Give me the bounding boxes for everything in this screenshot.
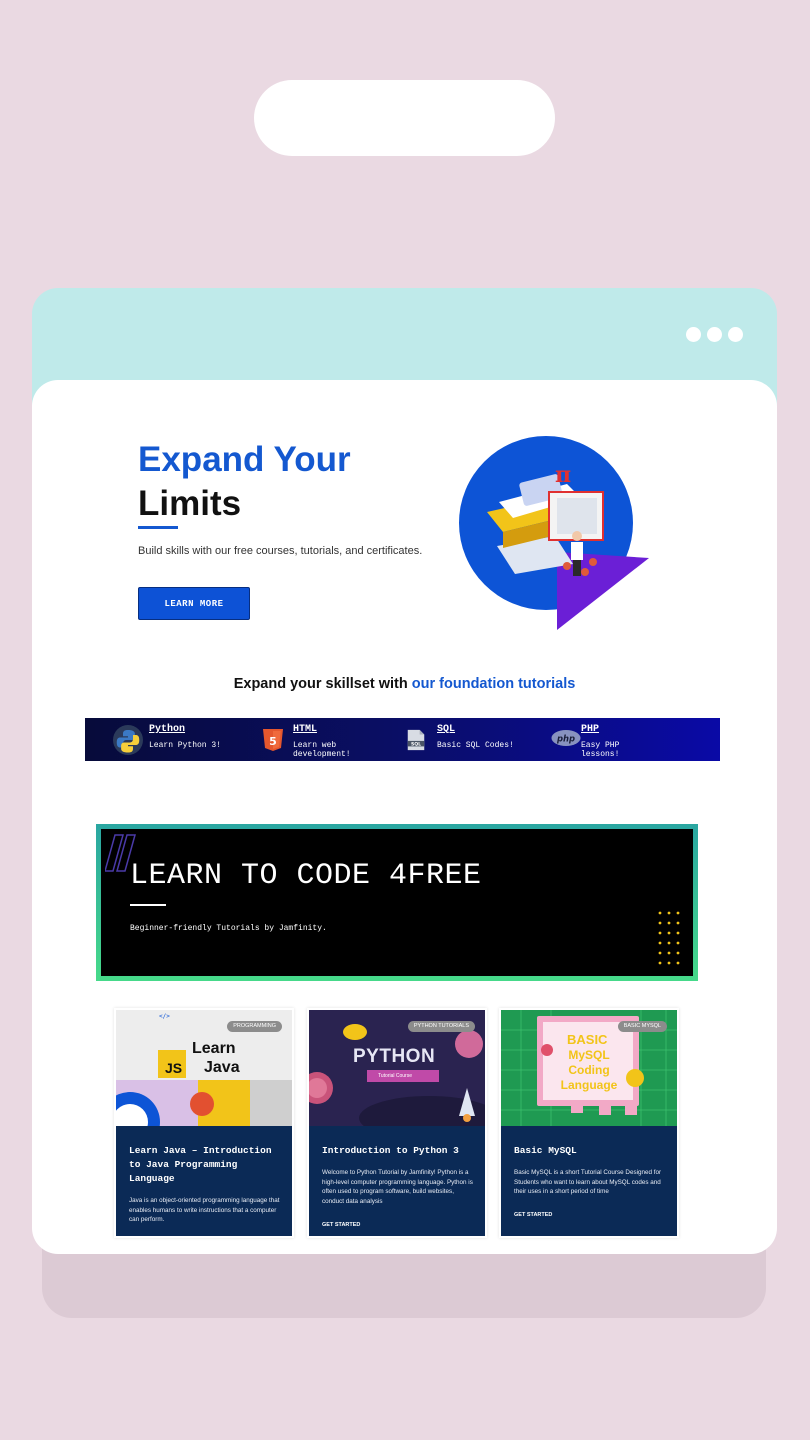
course-description: Basic MySQL is a short Tutorial Course D… xyxy=(514,1169,662,1195)
svg-text:SQL: SQL xyxy=(411,742,421,748)
mysql-thumb-title2: MySQL Coding Language xyxy=(560,1048,618,1092)
category-badge: PROGRAMMING xyxy=(227,1021,282,1032)
tutorial-item-python[interactable]: Python Learn Python 3! xyxy=(85,718,229,761)
python-thumb-subtitle: Tutorial Course xyxy=(378,1073,412,1079)
banner-divider xyxy=(130,904,166,906)
top-pill xyxy=(254,80,555,156)
skillset-heading-prefix: Expand your skillset with xyxy=(233,676,412,692)
course-card-java[interactable]: </> JS Learn Java PROGRAMMING Learn Java… xyxy=(114,1008,294,1238)
learn-more-button[interactable]: LEARN MORE xyxy=(138,587,250,620)
tutorial-text: HTML Learn web development! xyxy=(293,724,373,759)
hero-title: Expand Your Limits xyxy=(138,438,351,526)
learn-to-code-banner: LEARN TO CODE 4FREE Beginner-friendly Tu… xyxy=(96,824,698,981)
window-dot[interactable] xyxy=(707,327,722,342)
java-badge: JS xyxy=(165,1060,183,1076)
category-badge: BASIC MYSQL xyxy=(617,1021,667,1032)
course-description: Welcome to Python Tutorial by Jamfinity!… xyxy=(322,1169,473,1205)
php-icon: php xyxy=(551,730,581,746)
skillset-heading: Expand your skillset with our foundation… xyxy=(32,676,777,692)
tutorial-desc: Learn web development! xyxy=(293,741,351,759)
svg-text:</>: </> xyxy=(159,1013,170,1020)
course-thumbnail[interactable]: </> JS Learn Java PROGRAMMING xyxy=(116,1010,292,1126)
skillset-heading-link[interactable]: our foundation tutorials xyxy=(412,676,576,692)
category-badge: PYTHON TUTORIALS xyxy=(407,1021,475,1032)
hero-subtitle: Build skills with our free courses, tuto… xyxy=(138,545,423,557)
tutorial-name[interactable]: Python xyxy=(149,724,221,735)
sql-icon: SQL xyxy=(407,729,425,751)
tutorial-item-sql[interactable]: SQL SQL Basic SQL Codes! xyxy=(373,718,517,761)
tutorial-name[interactable]: PHP xyxy=(581,724,661,735)
svg-text:π: π xyxy=(555,462,571,488)
svg-text:php: php xyxy=(556,733,575,743)
hero-title-line1: Expand Your xyxy=(138,440,351,479)
tutorial-name[interactable]: HTML xyxy=(293,724,373,735)
window-dot[interactable] xyxy=(728,327,743,342)
banner-subtitle: Beginner-friendly Tutorials by Jamfinity… xyxy=(130,924,327,933)
tutorial-text: SQL Basic SQL Codes! xyxy=(437,724,514,750)
course-thumbnail[interactable]: BASIC MySQL Coding Language BASIC MYSQL xyxy=(501,1010,677,1126)
tutorial-desc: Easy PHP lessons! xyxy=(581,741,620,759)
tutorial-desc: Basic SQL Codes! xyxy=(437,741,514,750)
html5-icon: 5 xyxy=(263,729,283,751)
browser-screen: Expand Your Limits Build skills with our… xyxy=(32,380,777,1254)
tutorial-item-html[interactable]: 5 HTML Learn web development! xyxy=(229,718,373,761)
course-title[interactable]: Basic MySQL xyxy=(514,1144,667,1158)
course-thumbnail[interactable]: PYTHON Tutorial Course PYTHON TUTORIALS xyxy=(309,1010,485,1126)
course-card-body: Learn Java – Introduction to Java Progra… xyxy=(116,1126,292,1236)
tutorial-item-php[interactable]: php PHP Easy PHP lessons! xyxy=(517,718,661,761)
python-icon xyxy=(113,725,143,755)
get-started-link[interactable]: GET STARTED xyxy=(322,1222,360,1228)
java-thumb-title2: Java xyxy=(204,1059,240,1076)
course-card-python[interactable]: PYTHON Tutorial Course PYTHON TUTORIALS … xyxy=(307,1008,487,1238)
tutorial-text: PHP Easy PHP lessons! xyxy=(581,724,661,759)
course-card-body: Introduction to Python 3 Welcome to Pyth… xyxy=(309,1126,485,1236)
hero-title-line2: Limits xyxy=(138,484,242,523)
hero-illustration: π xyxy=(459,436,649,630)
tutorial-name[interactable]: SQL xyxy=(437,724,514,735)
course-description: Java is an object-oriented programming l… xyxy=(129,1197,280,1223)
course-card-body: Basic MySQL Basic MySQL is a short Tutor… xyxy=(501,1126,677,1236)
course-title[interactable]: Learn Java – Introduction to Java Progra… xyxy=(129,1144,282,1186)
window-dot[interactable] xyxy=(686,327,701,342)
tutorial-desc: Learn Python 3! xyxy=(149,741,222,750)
hero-divider xyxy=(138,526,178,529)
tutorial-text: Python Learn Python 3! xyxy=(149,724,221,750)
python-thumb-title: PYTHON xyxy=(353,1046,436,1067)
course-title[interactable]: Introduction to Python 3 xyxy=(322,1144,475,1158)
tutorial-bar: Python Learn Python 3! 5 HTML Learn web … xyxy=(85,718,720,761)
get-started-link[interactable]: GET STARTED xyxy=(514,1212,552,1218)
dots-decoration-icon xyxy=(658,911,680,965)
mysql-thumb-title1: BASIC xyxy=(567,1032,608,1047)
java-thumb-title1: Learn xyxy=(192,1040,236,1057)
window-dots xyxy=(686,327,743,342)
banner-title: LEARN TO CODE 4FREE xyxy=(130,859,482,893)
svg-text:5: 5 xyxy=(269,735,277,748)
course-card-mysql[interactable]: BASIC MySQL Coding Language BASIC MYSQL … xyxy=(499,1008,679,1238)
